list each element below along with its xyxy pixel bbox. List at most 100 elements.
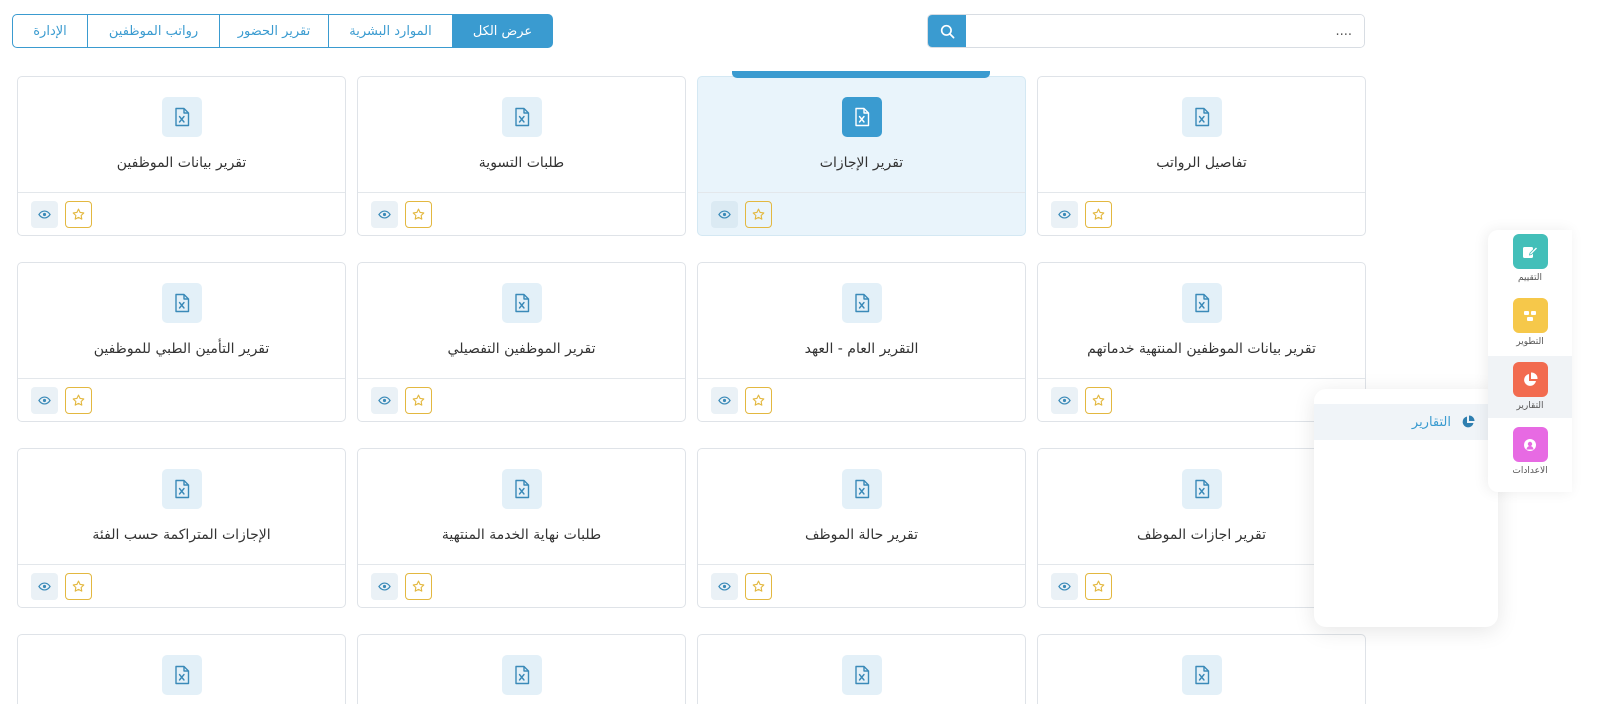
favorite-button[interactable] [745,386,772,414]
excel-file-icon [841,97,882,137]
star-icon [752,580,765,592]
rail-item-evaluation[interactable]: التقييم [1488,232,1572,294]
popover-item-label: التقارير [1411,414,1451,430]
report-title: التقرير العام - العهد [804,341,919,357]
excel-file-icon [841,283,882,323]
favorite-button[interactable] [1085,200,1112,228]
report-title: طلبات نهاية الخدمة المنتهية [441,527,602,543]
filter-all-button[interactable]: عرض الكل [452,14,553,48]
view-button[interactable] [1051,572,1078,600]
favorite-button[interactable] [405,572,432,600]
rail-label: الاعدادات [1512,466,1548,476]
excel-file-icon [1181,283,1222,323]
eye-icon [1058,581,1071,591]
eye-icon [1058,395,1071,405]
view-button[interactable] [711,572,738,600]
search-icon [940,24,954,38]
search-bar [927,14,1365,48]
eye-icon [38,395,51,405]
development-icon [1512,298,1548,333]
favorite-button[interactable] [65,200,92,228]
favorite-button[interactable] [745,572,772,600]
view-button[interactable] [711,386,738,414]
view-button[interactable] [711,200,738,228]
favorite-button[interactable] [405,200,432,228]
rail-label: التقارير [1516,401,1544,411]
view-button[interactable] [31,572,58,600]
excel-file-icon [841,655,882,695]
star-icon [72,208,85,220]
view-button[interactable] [31,386,58,414]
report-card[interactable]: تقرير التأمين الطبي للموظفين [17,262,346,422]
star-icon [72,394,85,406]
report-card-selected[interactable]: تقرير الإجازات [697,71,1026,236]
report-title: طلبات التسوية [478,155,565,171]
excel-file-icon [1181,469,1222,509]
eye-icon [378,395,391,405]
rail-item-settings[interactable]: الاعدادات [1488,423,1572,483]
view-button[interactable] [371,386,398,414]
report-title: الإجازات المتراكمة حسب الفئة [92,527,271,543]
report-card[interactable] [697,634,1026,704]
report-card[interactable]: تقرير الموظفين التفصيلي [357,262,686,422]
view-button[interactable] [371,200,398,228]
star-icon [412,208,425,220]
pie-chart-icon [1462,415,1475,428]
popover-item-reports[interactable]: التقارير [1314,404,1498,440]
view-button[interactable] [31,200,58,228]
filter-payroll-button[interactable]: رواتب الموظفين [87,14,220,48]
report-card[interactable]: طلبات نهاية الخدمة المنتهية [357,448,686,608]
report-card[interactable]: التقرير العام - العهد [697,262,1026,422]
report-title: تقرير حالة الموظف [804,527,919,543]
report-card[interactable] [357,634,686,704]
star-icon [412,580,425,592]
edit-icon [1512,234,1548,269]
excel-file-icon [501,283,542,323]
reports-grid: تفاصيل الرواتب تقرير الإجازات طلبات التس… [14,71,1366,704]
report-title: تقرير الموظفين التفصيلي [447,341,596,357]
report-card[interactable]: تقرير بيانات الموظفين [17,76,346,236]
report-card[interactable]: تقرير حالة الموظف [697,448,1026,608]
filter-hr-button[interactable]: الموارد البشرية [328,14,453,48]
favorite-button[interactable] [65,572,92,600]
eye-icon [38,209,51,219]
eye-icon [718,209,731,219]
pie-chart-icon [1512,362,1548,397]
report-card[interactable] [17,634,346,704]
view-button[interactable] [371,572,398,600]
favorite-button[interactable] [1085,386,1112,414]
eye-icon [1058,209,1071,219]
favorite-button[interactable] [745,200,772,228]
favorite-button[interactable] [1085,572,1112,600]
report-title: تقرير اجازات الموظف [1137,527,1266,543]
filter-attendance-button[interactable]: تقرير الحضور [219,14,329,48]
search-button[interactable] [928,15,966,47]
star-icon [412,394,425,406]
search-input[interactable] [966,15,1364,47]
report-title: تفاصيل الرواتب [1156,155,1247,171]
excel-file-icon [501,97,542,137]
excel-file-icon [161,469,202,509]
filter-admin-button[interactable]: الإدارة [12,14,88,48]
rail-item-reports[interactable]: التقارير [1488,356,1572,418]
side-rail: التقييم التطوير التقارير الاعدادات [1488,230,1572,492]
rail-item-development[interactable]: التطوير [1488,297,1572,357]
reports-popover: التقارير [1314,389,1498,627]
report-card[interactable]: تفاصيل الرواتب [1037,76,1366,236]
selected-indicator [732,71,990,78]
eye-icon [718,581,731,591]
report-card[interactable] [1037,634,1366,704]
favorite-button[interactable] [65,386,92,414]
report-title: تقرير بيانات الموظفين [116,155,247,171]
view-button[interactable] [1051,386,1078,414]
eye-icon [718,395,731,405]
report-card[interactable]: طلبات التسوية [357,76,686,236]
excel-file-icon [1181,655,1222,695]
favorite-button[interactable] [405,386,432,414]
star-icon [752,394,765,406]
star-icon [1092,394,1105,406]
star-icon [752,208,765,220]
report-card[interactable]: الإجازات المتراكمة حسب الفئة [17,448,346,608]
excel-file-icon [501,469,542,509]
view-button[interactable] [1051,200,1078,228]
